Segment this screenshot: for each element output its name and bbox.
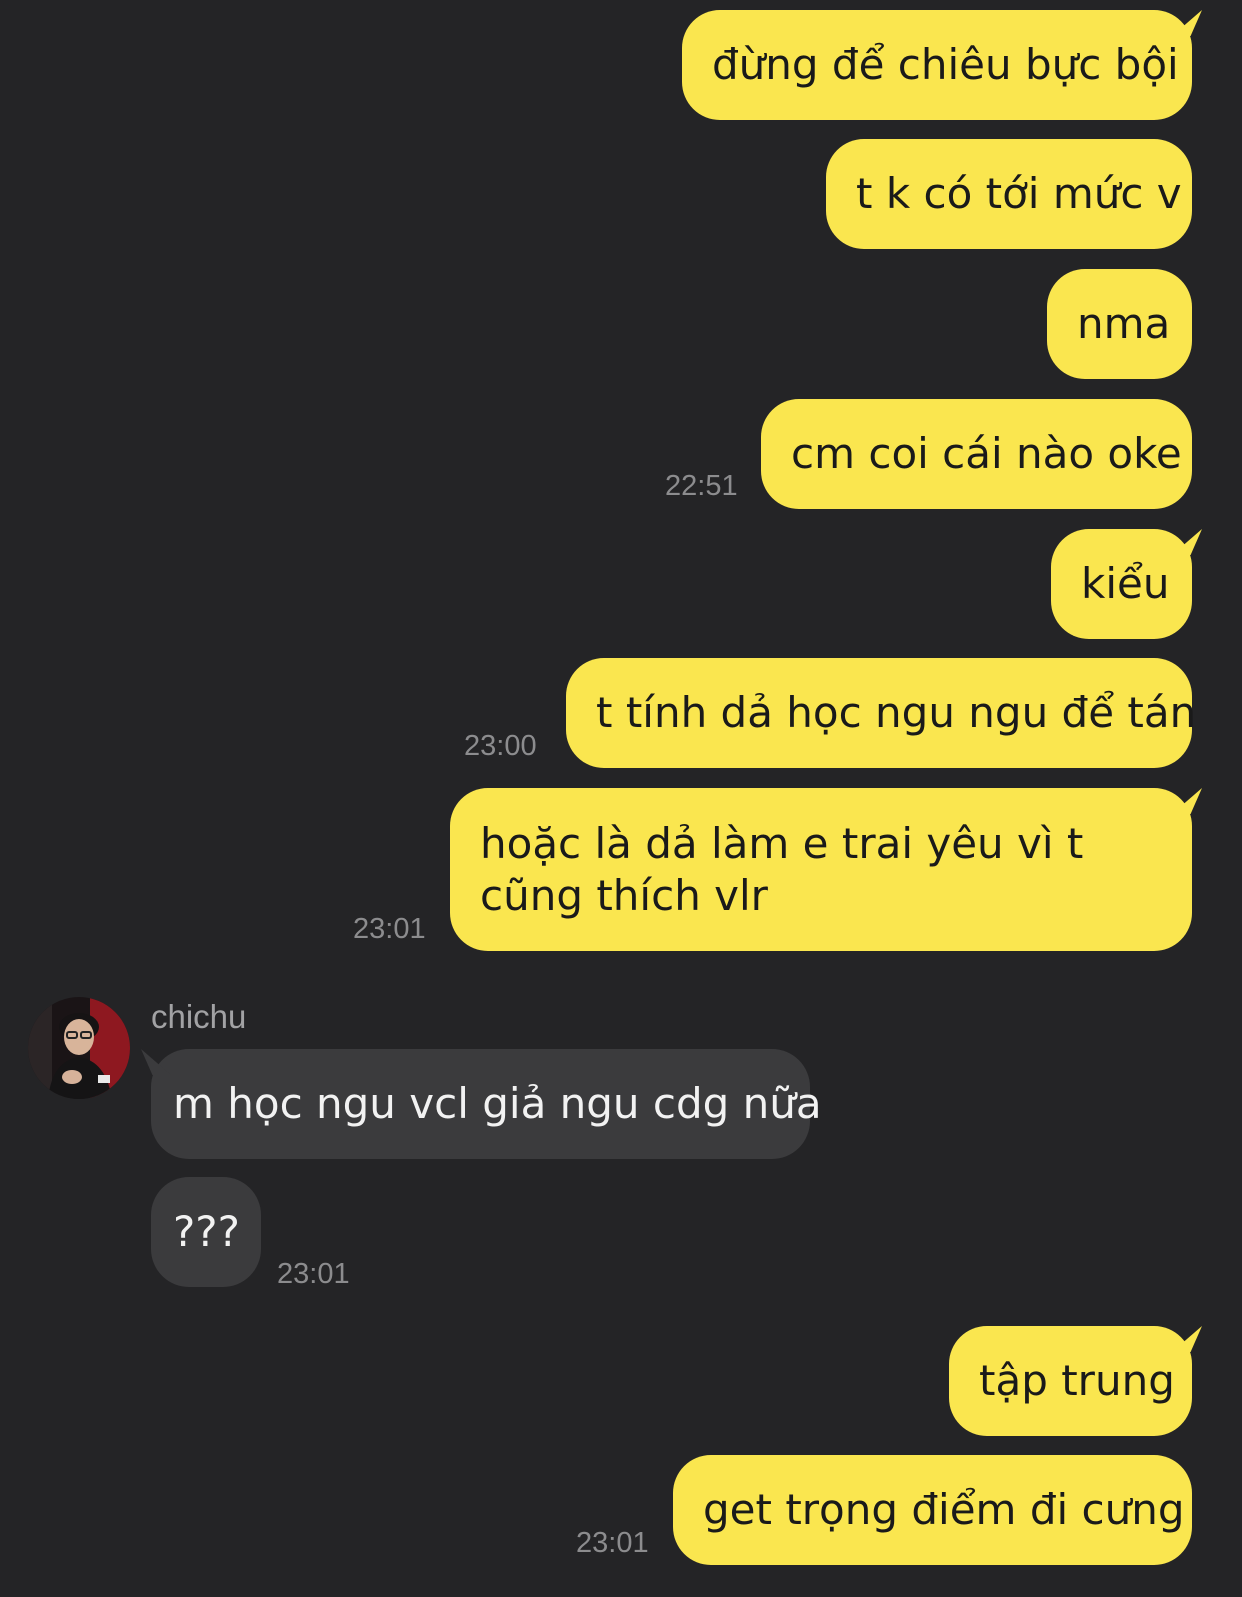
message-text: get trọng điểm đi cưng <box>703 1485 1185 1534</box>
message-text: nma <box>1077 299 1171 348</box>
message-bubble-outgoing[interactable]: hoặc là dả làm e trai yêu vì t cũng thíc… <box>450 788 1192 951</box>
message-timestamp: 23:01 <box>576 1527 649 1559</box>
message-bubble-outgoing[interactable]: get trọng điểm đi cưng <box>673 1455 1192 1565</box>
message-bubble-outgoing[interactable]: đừng để chiêu bực bội <box>682 10 1192 120</box>
message-bubble-outgoing[interactable]: kiểu <box>1051 529 1192 639</box>
message-timestamp: 23:01 <box>353 913 426 945</box>
message-text: kiểu <box>1081 559 1170 608</box>
message-text: tập trung <box>979 1356 1175 1405</box>
message-bubble-outgoing[interactable]: t k có tới mức v <box>826 139 1192 249</box>
message-text: ??? <box>173 1207 240 1256</box>
message-timestamp: 23:01 <box>277 1258 350 1290</box>
message-text: t tính dả học ngu ngu để tán <box>596 688 1197 737</box>
message-bubble-incoming[interactable]: ??? <box>151 1177 261 1287</box>
message-bubble-outgoing[interactable]: t tính dả học ngu ngu để tán <box>566 658 1196 768</box>
message-bubble-outgoing[interactable]: nma <box>1047 269 1192 379</box>
message-text: cm coi cái nào oke <box>791 429 1182 478</box>
message-timestamp: 22:51 <box>665 470 738 502</box>
message-text: m học ngu vcl giả ngu cdg nữa <box>173 1079 822 1128</box>
message-text: t k có tới mức v <box>856 169 1182 218</box>
message-text: hoặc là dả làm e trai yêu vì t cũng thíc… <box>480 819 1084 920</box>
message-timestamp: 23:00 <box>464 730 537 762</box>
contact-avatar[interactable] <box>28 997 130 1099</box>
message-bubble-incoming[interactable]: m học ngu vcl giả ngu cdg nữa <box>151 1049 822 1159</box>
avatar-photo-icon <box>28 997 130 1099</box>
message-bubble-outgoing[interactable]: tập trung <box>949 1326 1192 1436</box>
sender-name: chichu <box>151 998 247 1035</box>
message-bubble-outgoing[interactable]: cm coi cái nào oke <box>761 399 1192 509</box>
message-text: đừng để chiêu bực bội <box>712 40 1179 89</box>
